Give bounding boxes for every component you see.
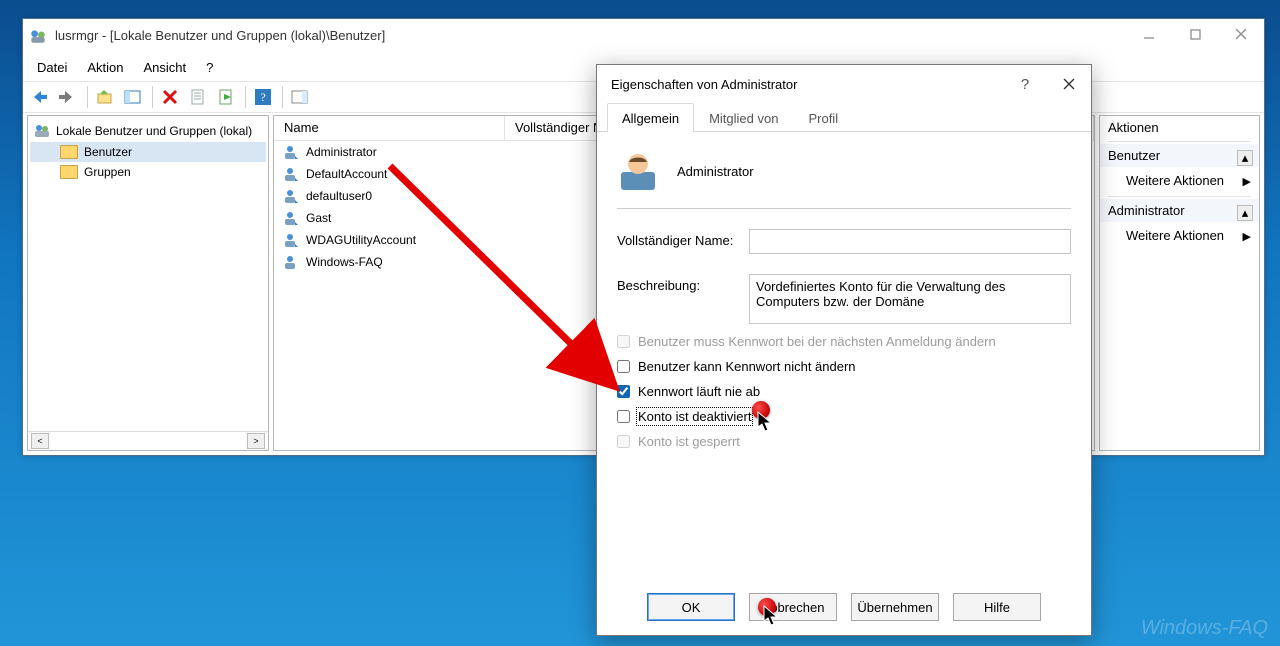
scroll-right-button[interactable]: > — [247, 433, 265, 449]
actions-section-label: Administrator — [1108, 203, 1185, 218]
actions-item-more[interactable]: Weitere Aktionen ▶ — [1100, 167, 1259, 194]
tree-node-label: Gruppen — [84, 165, 131, 179]
tab-profil[interactable]: Profil — [793, 103, 853, 132]
list-cell: Gast — [306, 211, 331, 225]
cursor-icon — [757, 411, 775, 433]
actions-item-label: Weitere Aktionen — [1126, 173, 1224, 188]
apply-button[interactable]: Übernehmen — [851, 593, 939, 621]
dialog-tabs: Allgemein Mitglied von Profil — [597, 103, 1091, 132]
dialog-help-button[interactable]: ? — [1003, 65, 1047, 103]
close-button[interactable] — [1218, 19, 1264, 49]
window-titlebar[interactable]: lusrmgr - [Lokale Benutzer und Gruppen (… — [23, 19, 1264, 53]
menu-help[interactable]: ? — [196, 56, 223, 79]
actions-section-administrator: Administrator ▴ — [1100, 199, 1259, 222]
checkbox-password-never-expires[interactable]: Kennwort läuft nie ab — [617, 384, 1071, 399]
checkbox-label: Benutzer muss Kennwort bei der nächsten … — [638, 334, 996, 349]
show-hide-tree-icon[interactable] — [120, 84, 146, 110]
full-name-input[interactable] — [749, 229, 1071, 254]
chevron-right-icon: ▶ — [1243, 230, 1251, 243]
folder-icon — [60, 165, 78, 179]
app-icon — [29, 27, 47, 45]
collapse-icon[interactable]: ▴ — [1237, 150, 1253, 166]
user-icon — [282, 188, 298, 204]
watermark: Windows-FAQ — [1141, 617, 1268, 640]
cursor-icon — [763, 605, 781, 627]
back-button[interactable] — [27, 84, 53, 110]
user-icon — [282, 144, 298, 160]
user-icon — [282, 210, 298, 226]
actions-section-benutzer: Benutzer ▴ — [1100, 144, 1259, 167]
properties-dialog: Eigenschaften von Administrator ? Allgem… — [596, 64, 1092, 636]
actions-pane: Aktionen Benutzer ▴ Weitere Aktionen ▶ A… — [1099, 115, 1260, 451]
forward-button[interactable] — [55, 84, 81, 110]
delete-icon[interactable] — [157, 84, 183, 110]
tree-root-label: Lokale Benutzer und Gruppen (lokal) — [56, 124, 252, 138]
scroll-left-button[interactable]: < — [31, 433, 49, 449]
user-icon — [282, 232, 298, 248]
checkbox-input[interactable] — [617, 410, 630, 423]
list-cell: defaultuser0 — [306, 189, 372, 203]
properties-icon[interactable] — [185, 84, 211, 110]
tab-mitglied-von[interactable]: Mitglied von — [694, 103, 793, 132]
up-icon[interactable] — [92, 84, 118, 110]
list-cell: WDAGUtilityAccount — [306, 233, 416, 247]
user-icon — [282, 166, 298, 182]
checkbox-must-change-password: Benutzer muss Kennwort bei der nächsten … — [617, 334, 1071, 349]
dialog-body: Administrator Vollständiger Name: Beschr… — [597, 132, 1091, 449]
actions-section-label: Benutzer — [1108, 148, 1160, 163]
actions-pane-title: Aktionen — [1100, 116, 1259, 139]
export-icon[interactable] — [213, 84, 239, 110]
user-large-icon — [617, 150, 659, 192]
list-cell: DefaultAccount — [306, 167, 387, 181]
svg-text:?: ? — [260, 90, 265, 104]
full-name-label: Vollständiger Name: — [617, 229, 739, 248]
checkbox-label: Konto ist gesperrt — [638, 434, 740, 449]
tree-root[interactable]: Lokale Benutzer und Gruppen (lokal) — [30, 120, 266, 142]
minimize-button[interactable] — [1126, 19, 1172, 49]
help-button[interactable]: Hilfe — [953, 593, 1041, 621]
account-name: Administrator — [677, 164, 754, 179]
maximize-button[interactable] — [1172, 19, 1218, 49]
checkbox-input — [617, 435, 630, 448]
folder-icon — [60, 145, 78, 159]
checkbox-input[interactable] — [617, 385, 630, 398]
menu-view[interactable]: Ansicht — [134, 56, 197, 79]
tree-pane: Lokale Benutzer und Gruppen (lokal) Benu… — [27, 115, 269, 451]
checkbox-input[interactable] — [617, 360, 630, 373]
user-icon — [282, 254, 298, 270]
checkbox-account-disabled[interactable]: Konto ist deaktiviert — [617, 409, 1071, 424]
column-name[interactable]: Name — [274, 116, 505, 140]
tab-allgemein[interactable]: Allgemein — [607, 103, 694, 132]
description-input[interactable] — [749, 274, 1071, 324]
menu-file[interactable]: Datei — [27, 56, 77, 79]
tree-node-label: Benutzer — [84, 145, 132, 159]
checkbox-input — [617, 335, 630, 348]
chevron-right-icon: ▶ — [1243, 175, 1251, 188]
actions-item-label: Weitere Aktionen — [1126, 228, 1224, 243]
checkbox-label: Konto ist deaktiviert — [638, 409, 751, 424]
dialog-titlebar[interactable]: Eigenschaften von Administrator ? — [597, 65, 1091, 103]
menu-action[interactable]: Aktion — [77, 56, 133, 79]
dialog-close-button[interactable] — [1047, 65, 1091, 103]
list-cell: Administrator — [306, 145, 377, 159]
help-icon[interactable]: ? — [250, 84, 276, 110]
checkbox-cannot-change-password[interactable]: Benutzer kann Kennwort nicht ändern — [617, 359, 1071, 374]
collapse-icon[interactable]: ▴ — [1237, 205, 1253, 221]
window-title: lusrmgr - [Lokale Benutzer und Gruppen (… — [55, 19, 385, 53]
tree-node-gruppen[interactable]: Gruppen — [30, 162, 266, 182]
refresh-icon[interactable] — [287, 84, 313, 110]
checkbox-label: Kennwort läuft nie ab — [638, 384, 760, 399]
description-label: Beschreibung: — [617, 274, 739, 293]
actions-item-more-2[interactable]: Weitere Aktionen ▶ — [1100, 222, 1259, 249]
dialog-title: Eigenschaften von Administrator — [611, 77, 797, 92]
ok-button[interactable]: OK — [647, 593, 735, 621]
checkbox-account-locked: Konto ist gesperrt — [617, 434, 1071, 449]
tree-node-benutzer[interactable]: Benutzer — [30, 142, 266, 162]
users-group-icon — [34, 123, 50, 139]
checkbox-label: Benutzer kann Kennwort nicht ändern — [638, 359, 856, 374]
list-cell: Windows-FAQ — [306, 255, 383, 269]
tree-hscrollbar[interactable]: < > — [28, 431, 268, 450]
